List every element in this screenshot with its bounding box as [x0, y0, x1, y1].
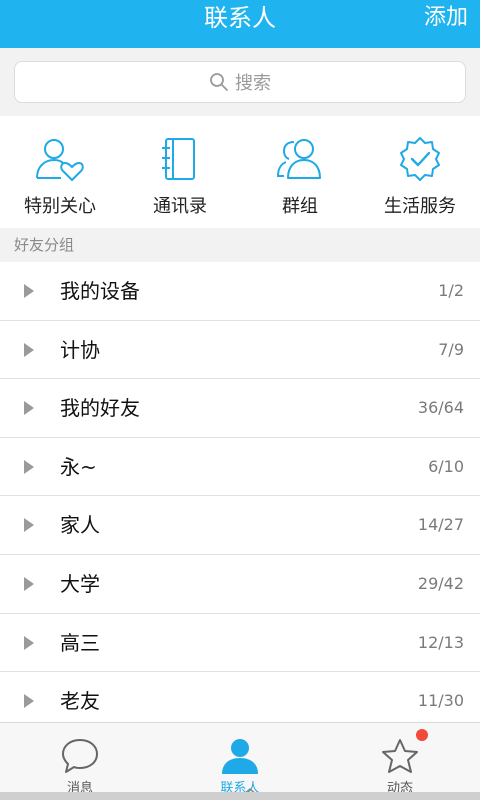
list-item[interactable]: 老友 11/30 — [0, 672, 480, 722]
group-name: 家人 — [60, 513, 100, 538]
tab-moments[interactable]: 动态 — [320, 723, 480, 800]
group-count: 12/13 — [417, 632, 464, 652]
search-input[interactable]: 搜索 — [14, 61, 466, 103]
quick-action-groups[interactable]: 群组 — [240, 116, 360, 228]
notification-badge — [416, 729, 428, 741]
bottom-strip — [0, 792, 480, 800]
quick-action-label: 生活服务 — [384, 196, 456, 217]
group-name: 我的好友 — [60, 396, 140, 421]
expand-arrow-icon — [24, 518, 34, 533]
list-item[interactable]: 我的好友 36/64 — [0, 379, 480, 438]
list-item[interactable]: 永~ 6/10 — [0, 437, 480, 497]
quick-action-label: 群组 — [282, 196, 318, 217]
quick-action-life-services[interactable]: 生活服务 — [360, 116, 480, 228]
list-item[interactable]: 计协 7/9 — [0, 320, 480, 380]
group-name: 老友 — [60, 689, 100, 714]
quick-action-address-book[interactable]: 通讯录 — [120, 116, 240, 228]
group-count: 7/9 — [438, 339, 464, 359]
tab-messages[interactable]: 消息 — [0, 723, 160, 800]
quick-action-label: 特别关心 — [24, 196, 96, 217]
list-item[interactable]: 大学 29/42 — [0, 554, 480, 614]
group-name: 大学 — [60, 571, 100, 596]
badge-check-icon — [400, 137, 440, 181]
expand-arrow-icon — [24, 459, 34, 474]
search-area: 搜索 — [0, 48, 480, 116]
star-icon — [382, 739, 418, 773]
expand-arrow-icon — [24, 576, 34, 591]
expand-arrow-icon — [24, 342, 34, 357]
group-name: 高三 — [60, 630, 100, 655]
group-count: 36/64 — [417, 398, 464, 418]
group-icon — [276, 139, 321, 179]
quick-action-special-care[interactable]: 特别关心 — [0, 116, 120, 228]
search-icon — [210, 73, 228, 91]
bottom-tab-bar: 消息 联系人 动态 — [0, 722, 480, 800]
friend-group-list: 我的设备 1/2 计协 7/9 我的好友 36/64 永~ 6/10 家人 14… — [0, 262, 480, 722]
contacts-person-icon — [222, 739, 258, 774]
chat-bubble-icon — [62, 739, 98, 773]
expand-arrow-icon — [24, 694, 34, 709]
list-item[interactable]: 家人 14/27 — [0, 496, 480, 555]
list-item[interactable]: 我的设备 1/2 — [0, 262, 480, 321]
list-item[interactable]: 高三 12/13 — [0, 613, 480, 673]
section-header-friend-groups: 好友分组 — [0, 228, 480, 262]
address-book-icon — [162, 138, 195, 180]
app-header: 联系人 添加 — [0, 0, 480, 48]
group-count: 6/10 — [428, 456, 464, 476]
tab-contacts[interactable]: 联系人 — [160, 723, 320, 800]
quick-action-label: 通讯录 — [153, 196, 207, 217]
group-name: 永~ — [60, 454, 97, 479]
search-placeholder: 搜索 — [235, 73, 271, 94]
quick-actions: 特别关心 通讯录 群组 生活服务 — [0, 116, 480, 228]
expand-arrow-icon — [24, 401, 34, 416]
group-count: 1/2 — [438, 281, 464, 300]
expand-arrow-icon — [24, 284, 34, 298]
add-button[interactable]: 添加 — [424, 0, 468, 36]
expand-arrow-icon — [24, 635, 34, 650]
page-title: 联系人 — [204, 4, 276, 32]
group-name: 计协 — [60, 337, 100, 362]
group-count: 14/27 — [417, 515, 464, 535]
group-name: 我的设备 — [60, 279, 140, 303]
group-count: 11/30 — [417, 691, 464, 711]
person-heart-icon — [36, 139, 84, 181]
group-count: 29/42 — [417, 573, 464, 593]
